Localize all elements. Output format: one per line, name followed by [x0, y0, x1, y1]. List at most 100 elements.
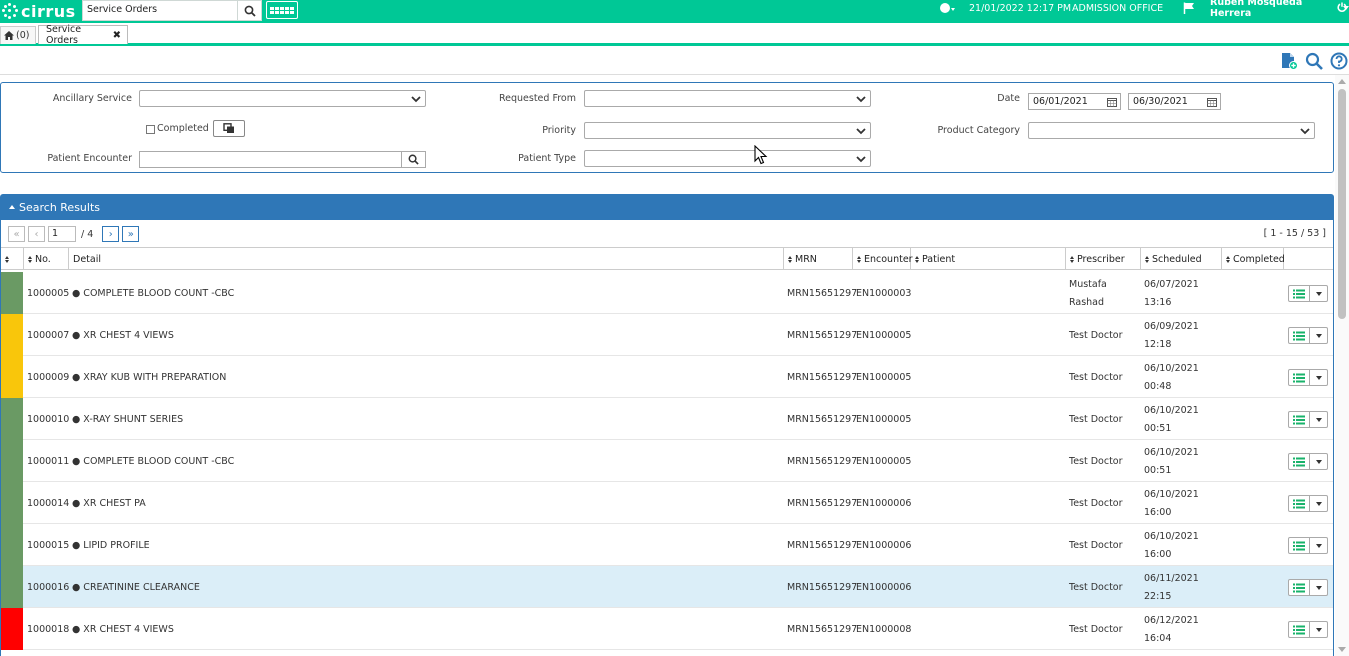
date-label: Date — [997, 93, 1020, 104]
table-row[interactable]: 1000005 ● COMPLETE BLOOD COUNT -CBC MRN156… — [1, 272, 1333, 314]
table-row[interactable]: 1000010 ● X-RAY SHUNT SERIES MRN15651297 EN… — [1, 398, 1333, 440]
completed — [1225, 524, 1283, 566]
prescriber-line-1: Test Doctor — [1069, 413, 1123, 425]
column-header-detail[interactable]: Detail — [69, 248, 784, 270]
table-row[interactable]: 1000014 ● XR CHEST PA MRN15651297 EN1000006… — [1, 482, 1333, 524]
completed-label: Completed — [157, 123, 209, 134]
table-row[interactable]: 1000011 ● COMPLETE BLOOD COUNT -CBC MRN156… — [1, 440, 1333, 482]
row-list-button[interactable] — [1288, 537, 1310, 554]
order-detail: ● XR CHEST 4 VIEWS — [72, 623, 174, 635]
next-page-button[interactable]: › — [102, 226, 120, 242]
column-header-status[interactable] — [1, 248, 24, 270]
row-list-button[interactable] — [1288, 285, 1310, 302]
table-row[interactable]: 1000007 ● XR CHEST 4 VIEWS MRN15651297 EN10… — [1, 314, 1333, 356]
row-list-button[interactable] — [1288, 369, 1310, 386]
help-icon[interactable] — [1330, 52, 1348, 70]
row-dropdown-button[interactable] — [1310, 621, 1328, 638]
table-row[interactable]: 1000018 ● XR CHEST 4 VIEWS MRN15651297 EN10… — [1, 608, 1333, 650]
mrn: MRN15651297 — [787, 497, 858, 509]
column-header-prescriber[interactable]: Prescriber — [1066, 248, 1141, 270]
prescriber-line-1: Mustafa — [1069, 278, 1107, 290]
keyboard-icon[interactable] — [266, 1, 298, 19]
close-icon[interactable]: ✖ — [113, 30, 121, 41]
chevron-down-icon — [1315, 501, 1322, 506]
table-row[interactable]: 1000009 ● XRAY KUB WITH PREPARATION MRN156… — [1, 356, 1333, 398]
scroll-up-icon[interactable] — [1338, 79, 1346, 84]
order-detail: ● COMPLETE BLOOD COUNT -CBC — [72, 455, 235, 467]
scroll-down-icon[interactable] — [1338, 647, 1346, 652]
row-dropdown-button[interactable] — [1310, 411, 1328, 428]
tab-home[interactable]: (0) — [0, 26, 36, 44]
chevron-down-icon — [411, 96, 421, 103]
globe-icon[interactable] — [940, 3, 950, 13]
chevron-down-icon — [1300, 128, 1310, 135]
patient — [915, 440, 1065, 482]
order-detail: ● X-RAY SHUNT SERIES — [72, 413, 184, 425]
copy-button[interactable] — [213, 120, 245, 137]
row-dropdown-button[interactable] — [1310, 453, 1328, 470]
column-header-patient[interactable]: Patient — [911, 248, 1066, 270]
column-header-encounter[interactable]: Encounter — [853, 248, 913, 270]
tab-service-orders[interactable]: Service Orders ✖ — [38, 24, 128, 46]
patient — [915, 314, 1065, 356]
chevron-down-icon — [856, 156, 866, 163]
patient-encounter-label: Patient Encounter — [47, 153, 132, 164]
completed — [1225, 314, 1283, 356]
table-header: No. Detail MRN Encounter Patient Prescri… — [1, 247, 1333, 270]
sort-icon — [1145, 255, 1149, 263]
scheduled: 06/10/2021 16:00 — [1144, 482, 1222, 524]
new-order-icon[interactable] — [1280, 52, 1298, 70]
patient-encounter-search-button[interactable] — [402, 151, 426, 168]
global-search-button[interactable] — [238, 0, 262, 21]
row-actions — [1288, 621, 1328, 638]
patient-type-select[interactable] — [584, 150, 871, 167]
order-detail: ● CREATININE CLEARANCE — [72, 581, 200, 593]
prev-page-button[interactable]: ‹ — [28, 226, 45, 242]
patient-encounter-input[interactable] — [139, 151, 402, 168]
column-header-completed[interactable]: Completed — [1222, 248, 1285, 270]
completed-checkbox[interactable] — [146, 125, 155, 134]
search-icon[interactable] — [1305, 52, 1323, 70]
priority-select[interactable] — [584, 122, 871, 139]
column-header-mrn[interactable]: MRN — [784, 248, 853, 270]
current-location[interactable]: ADMISSION OFFICE — [1072, 0, 1163, 16]
search-results-header[interactable]: Search Results — [0, 194, 1334, 220]
calendar-icon[interactable] — [1207, 97, 1217, 107]
row-dropdown-button[interactable] — [1310, 327, 1328, 344]
ancillary-service-select[interactable] — [139, 90, 426, 107]
table-row[interactable]: 1000015 ● LIPID PROFILE MRN15651297 EN10000… — [1, 524, 1333, 566]
row-list-button[interactable] — [1288, 621, 1310, 638]
calendar-icon[interactable] — [1107, 97, 1117, 107]
scrollbar-thumb[interactable] — [1338, 89, 1346, 319]
row-list-button[interactable] — [1288, 495, 1310, 512]
row-dropdown-button[interactable] — [1310, 537, 1328, 554]
chevron-down-icon — [951, 8, 955, 11]
row-dropdown-button[interactable] — [1310, 495, 1328, 512]
chevron-down-icon — [856, 96, 866, 103]
first-page-button[interactable]: « — [8, 226, 25, 242]
page-number-input[interactable]: 1 — [48, 226, 76, 242]
product-category-label: Product Category — [937, 125, 1021, 136]
row-list-button[interactable] — [1288, 579, 1310, 596]
status-color-bar — [1, 398, 23, 440]
row-dropdown-button[interactable] — [1310, 579, 1328, 596]
patient — [915, 272, 1065, 314]
row-dropdown-button[interactable] — [1310, 369, 1328, 386]
scheduled: 06/10/2021 00:51 — [1144, 398, 1222, 440]
last-page-button[interactable]: » — [122, 226, 140, 242]
vertical-scrollbar[interactable] — [1335, 75, 1349, 656]
row-list-button[interactable] — [1288, 327, 1310, 344]
power-icon[interactable] — [1337, 2, 1347, 12]
column-header-no[interactable]: No. — [24, 248, 69, 270]
user-menu[interactable]: Ruben Mosqueda Herrera — [1210, 0, 1349, 19]
requested-from-select[interactable] — [584, 90, 871, 107]
row-list-button[interactable] — [1288, 411, 1310, 428]
column-header-scheduled[interactable]: Scheduled — [1141, 248, 1222, 270]
product-category-select[interactable] — [1028, 122, 1315, 139]
table-row[interactable]: 1000016 ● CREATININE CLEARANCE MRN15651297… — [1, 566, 1333, 608]
row-dropdown-button[interactable] — [1310, 285, 1328, 302]
global-search-input[interactable]: Service Orders — [82, 0, 238, 21]
row-list-button[interactable] — [1288, 453, 1310, 470]
cirrus-logo[interactable]: cirrus — [2, 1, 76, 21]
flag-icon[interactable] — [1183, 2, 1195, 14]
